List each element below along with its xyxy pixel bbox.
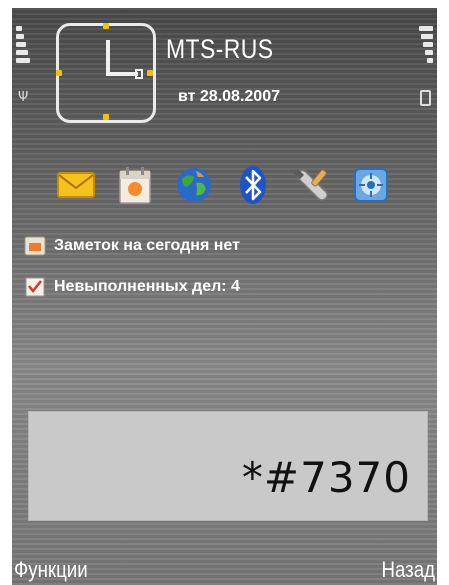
operator-name: MTS-RUS <box>166 34 274 64</box>
back-softkey[interactable]: Назад <box>381 557 435 583</box>
connectivity-icon[interactable] <box>349 163 393 207</box>
dialed-code: *#7370 <box>241 453 411 502</box>
phone-screen: Ψ MTS-RUS вт 28.08.2007 Заметок на сегод… <box>12 8 437 585</box>
clock-hour-hand <box>106 40 110 76</box>
web-globe-icon[interactable] <box>172 163 216 207</box>
settings-wrench-icon[interactable] <box>290 163 334 207</box>
antenna-icon: Ψ <box>18 90 29 105</box>
notes-reminder[interactable]: Заметок на сегодня нет <box>24 236 240 256</box>
signal-strength-indicator <box>16 26 30 66</box>
messaging-icon[interactable] <box>54 163 98 207</box>
shortcut-bar <box>54 163 393 207</box>
battery-level-indicator <box>419 26 433 66</box>
battery-icon <box>420 90 431 106</box>
bluetooth-icon[interactable] <box>231 163 275 207</box>
notes-label: Заметок на сегодня нет <box>54 237 240 254</box>
todo-label: Невыполненных дел: 4 <box>54 278 240 295</box>
date-label: вт 28.08.2007 <box>178 88 280 105</box>
notes-icon <box>24 236 46 256</box>
calendar-icon[interactable] <box>113 163 157 207</box>
analog-clock <box>56 23 156 123</box>
options-softkey[interactable]: Функции <box>14 557 88 583</box>
todo-icon <box>25 277 45 297</box>
todo-reminder[interactable]: Невыполненных дел: 4 <box>24 277 240 297</box>
clock-minute-hand <box>106 72 138 76</box>
dial-input-field[interactable]: *#7370 <box>28 411 428 521</box>
